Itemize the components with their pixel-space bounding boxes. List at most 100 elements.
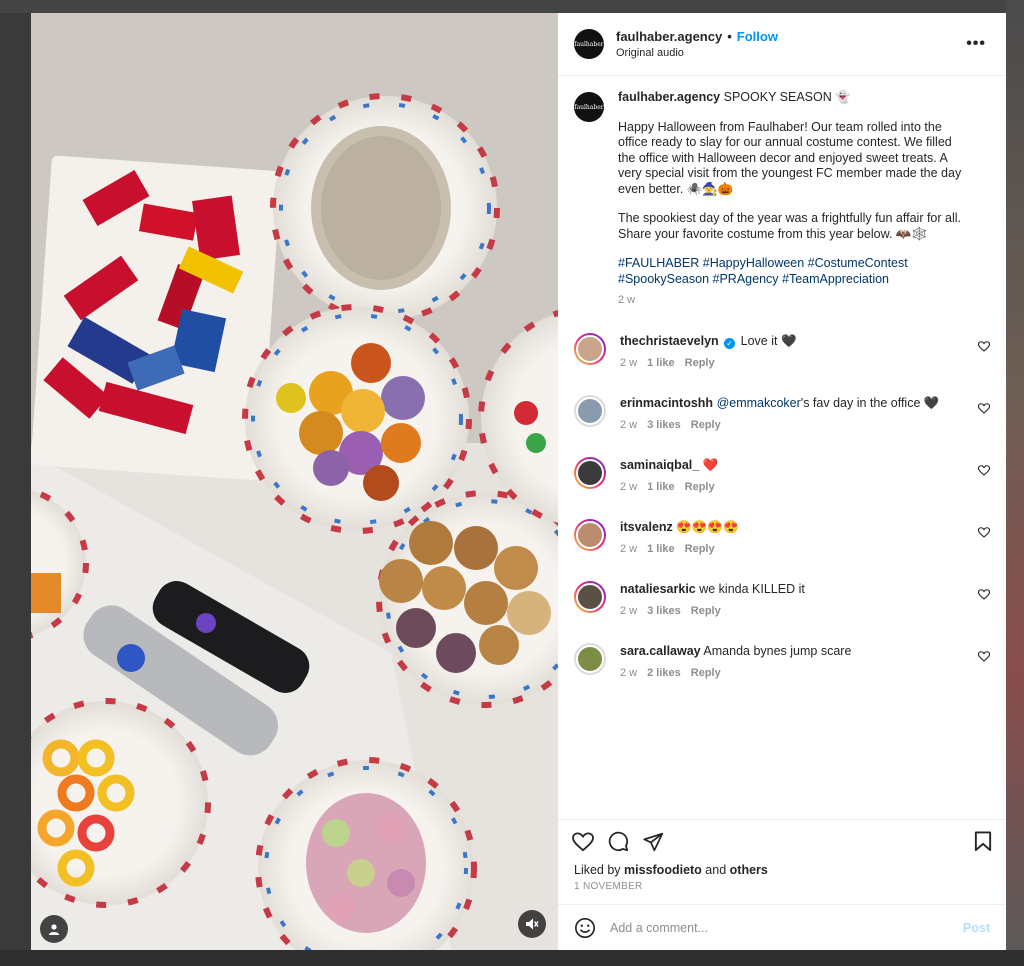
comment-body: sara.callaway Amanda bynes jump scare 2 … (620, 643, 990, 681)
caption-username[interactable]: faulhaber.agency (618, 90, 720, 104)
backdrop-top (0, 0, 1024, 13)
comment-item: sara.callaway Amanda bynes jump scare 2 … (574, 642, 990, 681)
comment-text: 😍😍😍😍 (676, 519, 739, 534)
account-avatar[interactable]: faulhaber (574, 29, 604, 59)
backdrop-right (1006, 0, 1024, 966)
comment-avatar[interactable] (574, 456, 606, 489)
comment-mention[interactable]: @emmakcoker (717, 396, 801, 410)
more-options-icon[interactable]: ••• (962, 31, 990, 57)
liked-by-others[interactable]: others (730, 863, 768, 877)
tagged-users-button[interactable] (40, 915, 68, 943)
comment-avatar[interactable] (574, 332, 606, 365)
comment-item: thechristaevelyn ✓ Love it 🖤 2 w 1 like … (574, 332, 990, 371)
comment-likes[interactable]: 2 likes (647, 665, 681, 681)
heart-outline-icon[interactable] (978, 588, 990, 600)
heart-outline-icon[interactable] (978, 526, 990, 538)
reply-button[interactable]: Reply (691, 665, 721, 681)
comment-bubble-icon[interactable] (608, 831, 629, 852)
comment-item: saminaiqbal_ ❤️ 2 w 1 like Reply (574, 456, 990, 495)
comment-username[interactable]: sara.callaway (620, 644, 701, 658)
reply-button[interactable]: Reply (685, 541, 715, 557)
mute-button[interactable] (518, 910, 546, 938)
post-header: faulhaber faulhaber.agency • Follow Orig… (558, 13, 1006, 76)
liked-by-mid: and (701, 863, 730, 877)
header-username[interactable]: faulhaber.agency (616, 29, 722, 44)
comment-text: Love it 🖤 (740, 333, 797, 348)
post-comment-button[interactable]: Post (963, 921, 990, 935)
comment-avatar[interactable] (574, 518, 606, 551)
heart-outline-icon[interactable] (978, 340, 990, 352)
comment-text-line: itsvalenz 😍😍😍😍 (620, 519, 990, 535)
comment-text: ❤️ (702, 457, 719, 472)
share-send-icon[interactable] (643, 832, 664, 852)
comments-section[interactable]: faulhaber faulhaber.agency SPOOKY SEASON… (558, 76, 1006, 819)
bookmark-icon[interactable] (974, 831, 992, 852)
comment-username[interactable]: nataliesarkic (620, 582, 696, 596)
comment-likes[interactable]: 3 likes (647, 417, 681, 433)
comment-item: itsvalenz 😍😍😍😍 2 w 1 like Reply (574, 518, 990, 557)
caption-headline: SPOOKY SEASON 👻 (723, 90, 851, 104)
comment-input[interactable] (610, 920, 949, 935)
comment-time: 2 w (620, 542, 638, 555)
speaker-muted-icon (526, 918, 539, 930)
audio-label[interactable]: Original audio (616, 47, 962, 59)
comment-likes[interactable]: 3 likes (647, 603, 681, 619)
heart-outline-icon[interactable] (978, 402, 990, 414)
header-separator: • (727, 29, 732, 44)
comment-avatar[interactable] (574, 580, 606, 613)
reply-button[interactable]: Reply (691, 417, 721, 433)
caption-avatar[interactable]: faulhaber (574, 92, 604, 122)
comment-avatar[interactable] (574, 642, 606, 675)
comment-text-line: thechristaevelyn ✓ Love it 🖤 (620, 333, 990, 349)
comment-likes[interactable]: 1 like (647, 479, 675, 495)
comment-avatar-image (576, 396, 604, 425)
comment-avatar-image (576, 582, 604, 611)
reply-button[interactable]: Reply (691, 603, 721, 619)
liked-by-user[interactable]: missfoodieto (624, 863, 702, 877)
comment-time: 2 w (620, 418, 638, 431)
comment-text-line: sara.callaway Amanda bynes jump scare (620, 643, 990, 659)
emoji-icon[interactable] (574, 917, 596, 939)
post-media[interactable] (31, 13, 558, 950)
caption-avatar-text: faulhaber (574, 103, 604, 111)
caption-hashtags[interactable]: #FAULHABER #HappyHalloween #CostumeConte… (618, 256, 968, 287)
comment-item: erinmacintoshh @emmakcoker's fav day in … (574, 394, 990, 433)
liked-by: Liked by missfoodieto and others (558, 863, 1006, 877)
comment-body: erinmacintoshh @emmakcoker's fav day in … (620, 395, 990, 433)
comment-time: 2 w (620, 604, 638, 617)
comment-username[interactable]: thechristaevelyn (620, 334, 719, 348)
food-photo (31, 13, 558, 950)
comment-avatar-image (576, 520, 604, 549)
comment-body: saminaiqbal_ ❤️ 2 w 1 like Reply (620, 457, 990, 495)
backdrop-bottom (0, 950, 1024, 966)
reply-button[interactable]: Reply (685, 355, 715, 371)
plate-chocolates (242, 304, 472, 534)
comment-text-line: saminaiqbal_ ❤️ (620, 457, 990, 473)
heart-outline-icon[interactable] (978, 650, 990, 662)
comment-avatar-image (576, 644, 604, 673)
like-heart-icon[interactable] (572, 831, 594, 852)
candy-tray (31, 155, 282, 481)
comment-avatar[interactable] (574, 394, 606, 427)
comment-likes[interactable]: 1 like (647, 541, 675, 557)
comment-avatar-image (576, 334, 604, 363)
comment-meta: 2 w 1 like Reply (620, 479, 990, 495)
post-date[interactable]: 1 NOVEMBER (558, 877, 1006, 892)
heart-outline-icon[interactable] (978, 464, 990, 476)
comment-username[interactable]: saminaiqbal_ (620, 458, 699, 472)
comment-meta: 2 w 3 likes Reply (620, 417, 990, 433)
comment-text-line: erinmacintoshh @emmakcoker's fav day in … (620, 395, 990, 411)
follow-button[interactable]: Follow (737, 29, 778, 44)
header-line: faulhaber.agency • Follow (616, 29, 962, 44)
avatar-logo-text: faulhaber (574, 40, 604, 48)
plate-almonds (270, 93, 500, 323)
comment-username[interactable]: itsvalenz (620, 520, 673, 534)
reply-button[interactable]: Reply (685, 479, 715, 495)
comment-time: 2 w (620, 480, 638, 493)
comment-likes[interactable]: 1 like (647, 355, 675, 371)
comment-body: thechristaevelyn ✓ Love it 🖤 2 w 1 like … (620, 333, 990, 371)
comment-body: itsvalenz 😍😍😍😍 2 w 1 like Reply (620, 519, 990, 557)
comment-text: Amanda bynes jump scare (703, 643, 852, 658)
comment-username[interactable]: erinmacintoshh (620, 396, 713, 410)
comment-body: nataliesarkic we kinda KILLED it 2 w 3 l… (620, 581, 990, 619)
